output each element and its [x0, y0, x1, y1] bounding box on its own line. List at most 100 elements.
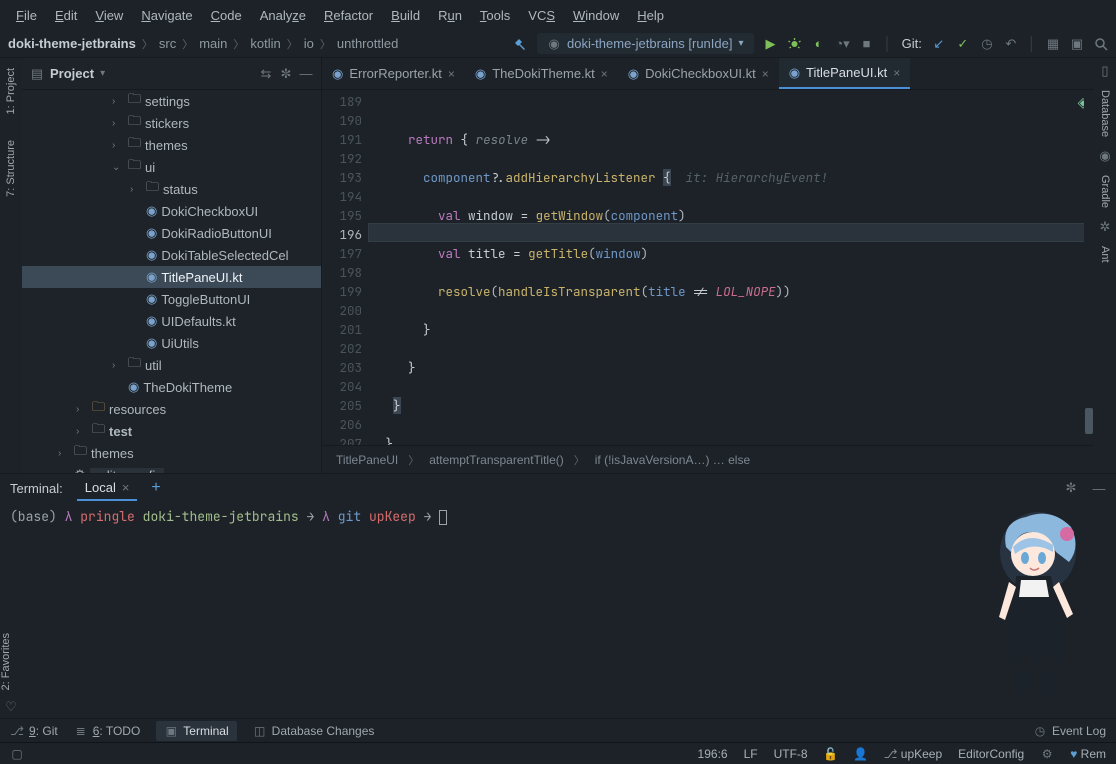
- tree-node-themes[interactable]: ›🗀 themes: [22, 134, 321, 156]
- tree-node-dokitableselectedcel[interactable]: ◉ DokiTableSelectedCel: [22, 244, 321, 266]
- breadcrumb-segment[interactable]: unthrottled: [337, 36, 398, 51]
- bottom-tab-database-changes[interactable]: ◫Database Changes: [253, 724, 375, 738]
- breadcrumb-segment[interactable]: kotlin: [250, 36, 280, 51]
- ide-scripting-icon[interactable]: ▦: [1046, 37, 1060, 51]
- tree-node-dokicheckboxui[interactable]: ◉ DokiCheckboxUI: [22, 200, 321, 222]
- close-tab-icon[interactable]: ×: [601, 67, 608, 81]
- bottom-tab-9-git[interactable]: ⎇9: Git: [10, 724, 58, 738]
- stop-icon[interactable]: ■: [860, 37, 874, 51]
- editorconfig-status[interactable]: EditorConfig: [958, 747, 1024, 761]
- tree-node-ui[interactable]: ⌄🗀 ui: [22, 156, 321, 178]
- breadcrumb-segment[interactable]: io: [304, 36, 314, 51]
- tree-node-status[interactable]: ›🗀 status: [22, 178, 321, 200]
- rollback-icon[interactable]: ↶: [1004, 37, 1018, 51]
- layout-icon[interactable]: ▣: [1070, 37, 1084, 51]
- git-branch-status[interactable]: ⎇ upKeep: [884, 747, 943, 761]
- menu-analyze[interactable]: Analyze: [252, 4, 314, 27]
- run-config-selector[interactable]: ◉ doki-theme-jetbrains [runIde] ▾: [537, 33, 754, 54]
- debug-icon[interactable]: [788, 37, 802, 51]
- hide-panel-icon[interactable]: —: [299, 67, 313, 81]
- run-icon[interactable]: ▶: [764, 37, 778, 51]
- tree-node-uiutils[interactable]: ◉ UiUtils: [22, 332, 321, 354]
- doki-theme-widget[interactable]: ♥ Rem: [1070, 747, 1106, 761]
- breadcrumb[interactable]: doki-theme-jetbrains〉src〉main〉kotlin〉io〉…: [8, 36, 398, 52]
- tree-node-resources[interactable]: ›🗀 resources: [22, 398, 321, 420]
- tool-tab-gradle[interactable]: Gradle: [1097, 169, 1113, 214]
- editor-tab-errorreporter-kt[interactable]: ◉ErrorReporter.kt×: [322, 58, 465, 89]
- editor-tab-titlepaneui-kt[interactable]: ◉TitlePaneUI.kt×: [779, 58, 911, 89]
- editor-tab-dokicheckboxui-kt[interactable]: ◉DokiCheckboxUI.kt×: [618, 58, 779, 89]
- tree-node-titlepaneui-kt[interactable]: ◉ TitlePaneUI.kt: [22, 266, 321, 288]
- menu-tools[interactable]: Tools: [472, 4, 518, 27]
- event-log-tab[interactable]: ◷Event Log: [1033, 724, 1106, 738]
- search-everywhere-icon[interactable]: [1094, 37, 1108, 51]
- build-hammer-icon[interactable]: [513, 37, 527, 51]
- close-tab-icon[interactable]: ×: [762, 67, 769, 81]
- gear-icon[interactable]: ✼: [279, 67, 293, 81]
- tree-node-settings[interactable]: ›🗀 settings: [22, 90, 321, 112]
- tree-node--editorconfig[interactable]: ⚙ .editorconfig: [22, 464, 321, 473]
- ant-tab-icon[interactable]: ✲: [1098, 220, 1112, 234]
- code-crumb-segment[interactable]: attemptTransparentTitle(): [429, 453, 564, 467]
- terminal-body[interactable]: (base) λ pringle doki-theme-jetbrains → …: [0, 502, 1116, 718]
- menu-help[interactable]: Help: [629, 4, 672, 27]
- code-crumb-segment[interactable]: TitlePaneUI: [336, 453, 398, 467]
- line-separator[interactable]: LF: [744, 747, 758, 761]
- readonly-lock-icon[interactable]: 🔓: [824, 747, 838, 761]
- menu-file[interactable]: File: [8, 4, 45, 27]
- coverage-icon[interactable]: ◐: [812, 37, 826, 51]
- breadcrumb-segment[interactable]: main: [199, 36, 227, 51]
- close-terminal-tab-icon[interactable]: ×: [122, 480, 130, 495]
- menu-refactor[interactable]: Refactor: [316, 4, 381, 27]
- profile-icon[interactable]: ◔▾: [836, 37, 850, 51]
- tree-node-thedokitheme[interactable]: ◉ TheDokiTheme: [22, 376, 321, 398]
- project-view-icon[interactable]: ▤: [30, 67, 44, 81]
- bottom-tab-terminal[interactable]: ▣Terminal: [156, 721, 236, 741]
- tree-node-stickers[interactable]: ›🗀 stickers: [22, 112, 321, 134]
- commit-icon[interactable]: ✓: [956, 37, 970, 51]
- editor-area: ◉ErrorReporter.kt×◉TheDokiTheme.kt×◉Doki…: [322, 58, 1094, 473]
- tree-node-themes[interactable]: ›🗀 themes: [22, 442, 321, 464]
- close-tab-icon[interactable]: ×: [448, 67, 455, 81]
- close-tab-icon[interactable]: ×: [893, 66, 900, 80]
- code-editor[interactable]: return { resolve -> component?.addHierar…: [368, 90, 1094, 445]
- editor-tab-thedokitheme-kt[interactable]: ◉TheDokiTheme.kt×: [465, 58, 618, 89]
- breadcrumb-segment[interactable]: src: [159, 36, 176, 51]
- menu-window[interactable]: Window: [565, 4, 627, 27]
- file-encoding[interactable]: UTF-8: [774, 747, 808, 761]
- menu-code[interactable]: Code: [203, 4, 250, 27]
- caret-position[interactable]: 196:6: [698, 747, 728, 761]
- menu-navigate[interactable]: Navigate: [133, 4, 200, 27]
- database-tab-icon[interactable]: ▯: [1098, 64, 1112, 78]
- terminal-tab-local[interactable]: Local ×: [77, 476, 138, 501]
- tool-tab-project[interactable]: 1: Project: [3, 62, 19, 120]
- code-crumb-segment[interactable]: if (!isJavaVersionA…) … else: [595, 453, 750, 467]
- tree-node-util[interactable]: ›🗀 util: [22, 354, 321, 376]
- menu-build[interactable]: Build: [383, 4, 428, 27]
- terminal-settings-icon[interactable]: ✼: [1064, 481, 1078, 495]
- new-terminal-tab-icon[interactable]: +: [151, 479, 160, 497]
- editor-breadcrumb[interactable]: TitlePaneUI〉attemptTransparentTitle()〉if…: [322, 445, 1094, 473]
- menu-run[interactable]: Run: [430, 4, 470, 27]
- tree-node-test[interactable]: ›🗀 test: [22, 420, 321, 442]
- menu-view[interactable]: View: [87, 4, 131, 27]
- show-tool-windows-icon[interactable]: ▢: [10, 747, 24, 761]
- ide-settings-icon[interactable]: ⚙: [1040, 747, 1054, 761]
- scroll-from-source-icon[interactable]: ⇆: [259, 67, 273, 81]
- update-project-icon[interactable]: ↙: [932, 37, 946, 51]
- breadcrumb-segment[interactable]: doki-theme-jetbrains: [8, 36, 136, 51]
- tree-node-togglebuttonui[interactable]: ◉ ToggleButtonUI: [22, 288, 321, 310]
- menu-vcs[interactable]: VCS: [520, 4, 563, 27]
- tree-node-dokiradiobuttonui[interactable]: ◉ DokiRadioButtonUI: [22, 222, 321, 244]
- hide-terminal-icon[interactable]: —: [1092, 481, 1106, 495]
- tool-tab-structure[interactable]: 7: Structure: [3, 134, 19, 203]
- inspection-profile-icon[interactable]: 👤: [854, 747, 868, 761]
- tool-tab-database[interactable]: Database: [1097, 84, 1113, 143]
- project-tree[interactable]: ›🗀 settings›🗀 stickers›🗀 themes⌄🗀 ui›🗀 s…: [22, 90, 321, 473]
- gradle-tab-icon[interactable]: ◉: [1098, 149, 1112, 163]
- history-icon[interactable]: ◷: [980, 37, 994, 51]
- bottom-tab-6-todo[interactable]: ≣6: TODO: [74, 724, 141, 738]
- menu-edit[interactable]: Edit: [47, 4, 85, 27]
- tree-node-uidefaults-kt[interactable]: ◉ UIDefaults.kt: [22, 310, 321, 332]
- tool-tab-ant[interactable]: Ant: [1097, 240, 1113, 269]
